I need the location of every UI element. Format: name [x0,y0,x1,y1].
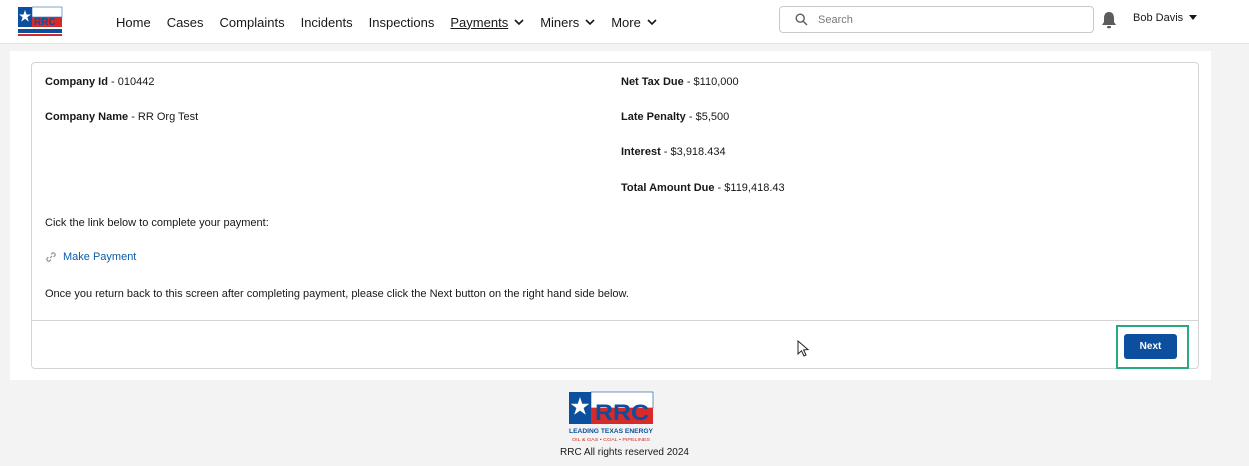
chevron-down-icon[interactable] [514,18,524,26]
interest-field: Interest - $3,918.434 [621,146,726,158]
nav-complaints-label: Complaints [219,14,285,30]
next-button-focus-ring: Next [1116,325,1189,369]
link-icon [46,252,56,262]
rrc-footer-logo: RRC LEADING TEXAS ENERGY OIL & GAS • COA… [569,391,654,442]
copyright-text: RRC All rights reserved 2024 [560,447,689,458]
mouse-cursor-icon [797,340,810,357]
nav-complaints[interactable]: Complaints [220,15,285,30]
footer-logo-tagline: LEADING TEXAS ENERGY [569,428,654,435]
nav-home[interactable]: Home [116,15,151,30]
late-penalty-label: Late Penalty [621,111,686,123]
nav-cases-label: Cases [166,14,204,30]
nav-more[interactable]: More [611,15,657,30]
make-payment-label: Make Payment [63,251,137,263]
svg-text:RRC: RRC [34,17,56,28]
user-name: Bob Davis [1133,12,1184,24]
net-tax-label: Net Tax Due [621,76,684,88]
net-tax-field: Net Tax Due - $110,000 [621,76,739,88]
search-input[interactable] [818,13,1088,26]
nav-payments[interactable]: Payments [450,15,524,30]
company-id-label: Company Id [45,76,108,88]
user-menu[interactable]: Bob Davis [1133,12,1198,24]
nav-incidents[interactable]: Incidents [301,15,353,30]
net-tax-value: - $110,000 [683,76,739,88]
footer-logo-subline: OIL & GAS • COAL • PIPELINES [572,437,650,442]
nav-payments-label: Payments [450,14,509,30]
nav-cases[interactable]: Cases [167,15,204,30]
nav-inspections-label: Inspections [368,14,435,30]
late-penalty-field: Late Penalty - $5,500 [621,111,729,123]
caret-down-icon [1189,15,1198,20]
payment-link-prompt: Cick the link below to complete your pay… [45,217,269,229]
svg-text:RRC: RRC [595,400,649,425]
nav-home-label: Home [116,14,151,30]
main-nav: Home Cases Complaints Incidents Inspecti… [116,0,673,44]
nav-incidents-label: Incidents [300,14,353,30]
late-penalty-value: - $5,500 [685,111,730,123]
chevron-down-icon[interactable] [585,18,595,26]
chevron-down-icon[interactable] [647,18,657,26]
nav-more-label: More [611,14,641,30]
nav-miners-label: Miners [540,14,580,30]
rrc-logo[interactable]: RRC [16,5,64,39]
total-due-label: Total Amount Due [621,182,715,194]
nav-inspections[interactable]: Inspections [369,15,435,30]
company-id-value: - 010442 [107,76,155,88]
make-payment-link[interactable]: Make Payment [45,251,136,263]
company-name-field: Company Name - RR Org Test [45,111,198,123]
nav-miners[interactable]: Miners [540,15,595,30]
return-instructions: Once you return back to this screen afte… [45,288,629,300]
interest-value: - $3,918.434 [660,146,726,158]
search-icon [795,13,808,26]
global-header: RRC Home Cases Complaints Incidents Insp… [0,0,1249,44]
company-name-value: - RR Org Test [128,111,199,123]
bell-icon[interactable] [1101,11,1117,29]
total-due-value: - $119,418.43 [714,182,785,194]
payment-details-card: Company Id - 010442 Company Name - RR Or… [31,62,1199,369]
total-due-field: Total Amount Due - $119,418.43 [621,182,785,194]
interest-label: Interest [621,146,661,158]
next-button[interactable]: Next [1124,334,1177,359]
company-id-field: Company Id - 010442 [45,76,154,88]
company-name-label: Company Name [45,111,129,123]
global-search[interactable] [779,6,1094,33]
card-footer: Next [32,320,1198,369]
main-content: Company Id - 010442 Company Name - RR Or… [10,51,1211,380]
